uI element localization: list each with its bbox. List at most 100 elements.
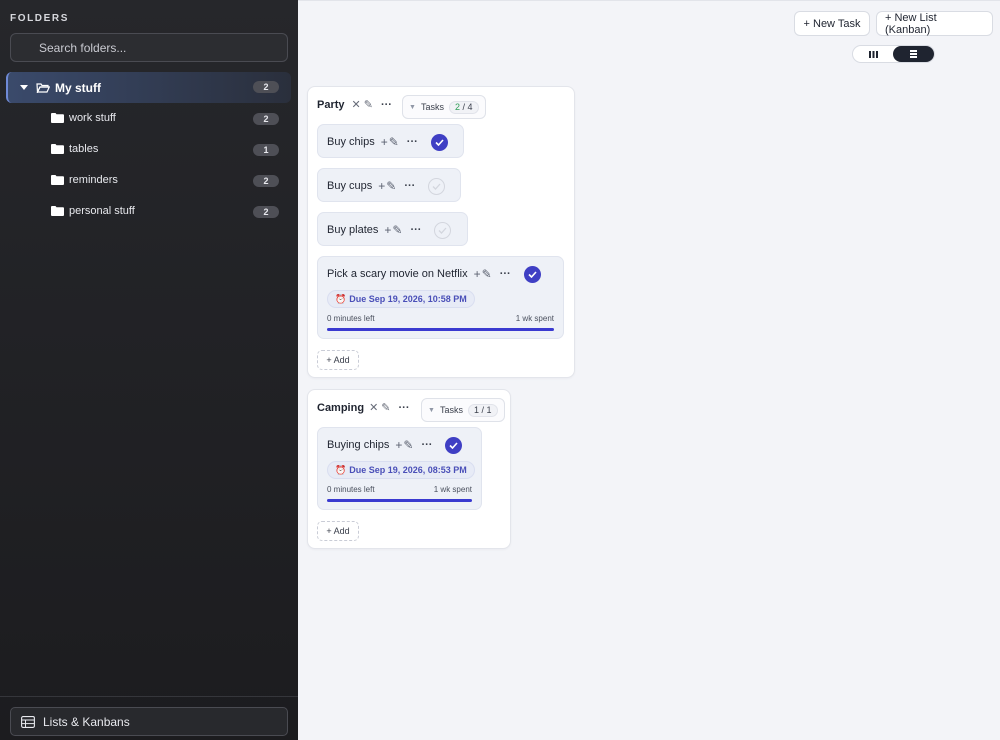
tasks-filter-pill[interactable]: ▼ Tasks 1 / 1 [421,398,505,422]
tasks-ratio-badge: 2 / 4 [448,100,479,114]
folder-item-personal-stuff[interactable]: personal stuff 2 [0,201,291,223]
progress-fill [327,499,472,502]
tasks-ratio-badge: 1 / 1 [467,403,498,417]
list-header: Party ✕ ✎ ··· [317,97,392,113]
list-view-button[interactable] [893,46,934,62]
task-title: Buy cups [327,180,373,192]
more-options-icon[interactable]: ··· [410,224,421,236]
task-row: Buy plates + ✎ ··· [327,221,452,239]
task-title: Buy chips [327,136,375,148]
folder-item-my-stuff[interactable]: My stuff 2 [6,72,291,103]
add-edit-icons[interactable]: + ✎ [378,178,396,194]
task-card[interactable]: Buying chips + ✎ ··· ⏰ Due Sep 19, 2026, … [317,427,482,510]
task-title: Pick a scary movie on Netflix [327,268,468,280]
time-spent-text: 1 wk spent [515,314,554,323]
tasks-label: Tasks [420,102,444,112]
folder-item-tables[interactable]: tables 1 [0,139,291,161]
new-task-button[interactable]: + New Task [794,11,870,36]
more-options-icon[interactable]: ··· [381,99,392,111]
tasks-done-count: 2 [454,101,460,112]
alarm-clock-icon: ⏰ [335,464,347,475]
more-options-icon[interactable]: ··· [399,402,410,414]
edit-icon[interactable]: ✎ [381,402,390,414]
folder-icon [51,144,64,154]
folder-item-reminders[interactable]: reminders 2 [0,170,291,192]
add-task-button[interactable]: + Add [317,521,359,541]
folder-count-badge: 2 [253,113,279,125]
close-icon[interactable]: ✕ [352,99,361,111]
task-card[interactable]: Buy cups + ✎ ··· [317,168,461,202]
check-empty-icon[interactable] [434,221,452,239]
folder-open-icon [36,83,50,93]
task-card[interactable]: Pick a scary movie on Netflix + ✎ ··· ⏰ D… [317,256,564,339]
lists-kanbans-label: Lists & Kanbans [43,714,130,729]
add-edit-icons[interactable]: + ✎ [381,134,399,150]
kanban-view-button[interactable] [853,46,894,62]
due-date-badge[interactable]: ⏰ Due Sep 19, 2026, 08:53 PM [327,461,475,479]
rows-icon [910,50,917,58]
folder-icon [51,206,64,216]
sidebar: FOLDERS My stuff 2 work stuff 2 tables 1… [0,0,298,740]
edit-icon[interactable]: ✎ [364,99,373,111]
caret-down-icon[interactable] [20,85,28,90]
columns-icon [869,50,878,58]
task-title: Buy plates [327,224,379,236]
add-task-button[interactable]: + Add [317,350,359,370]
add-edit-icons[interactable]: + ✎ [395,437,413,453]
folder-search-box[interactable] [10,33,288,62]
more-options-icon[interactable]: ··· [421,439,432,451]
list-header: Camping ✕ ✎ ··· [317,400,410,416]
check-done-icon[interactable] [523,265,541,283]
folder-icon [51,113,64,123]
collapse-triangle-icon: ▼ [409,103,416,111]
view-toggle [852,45,935,63]
sidebar-divider [0,696,298,697]
collapse-triangle-icon: ▼ [428,406,435,414]
check-empty-icon[interactable] [428,177,446,195]
folder-count-badge: 1 [253,144,279,156]
more-options-icon[interactable]: ··· [404,180,415,192]
close-icon[interactable]: ✕ [369,402,378,414]
folder-item-work-stuff[interactable]: work stuff 2 [0,108,291,130]
tasks-label: Tasks [439,405,463,415]
task-row: Buy cups + ✎ ··· [327,177,446,195]
folder-count-badge: 2 [253,175,279,187]
list-card-party: Party ✕ ✎ ··· ▼ Tasks 2 / 4 Buy chips + ✎… [307,86,575,378]
progress-fill [327,328,554,331]
check-done-icon[interactable] [445,436,463,454]
folders-title: FOLDERS [10,13,69,24]
time-left-text: 0 minutes left [327,314,375,323]
tasks-done-count: 1 [473,404,479,415]
due-date-badge[interactable]: ⏰ Due Sep 19, 2026, 10:58 PM [327,290,475,308]
due-date-text: Due Sep 19, 2026, 08:53 PM [349,465,467,475]
folder-label: tables [69,143,99,155]
table-list-icon [21,715,35,728]
tasks-total-count: 1 [486,404,492,415]
task-card[interactable]: Buy chips + ✎ ··· [317,124,464,158]
time-left-text: 0 minutes left [327,485,375,494]
main-area: + New Task + New List (Kanban) Party ✕ ✎… [298,0,1000,740]
list-title: Party [317,99,345,111]
alarm-clock-icon: ⏰ [335,293,347,304]
folder-search-input[interactable] [11,34,287,61]
task-row: Buy chips + ✎ ··· [327,133,448,151]
folder-label: work stuff [69,112,116,124]
due-date-text: Due Sep 19, 2026, 10:58 PM [349,294,467,304]
tasks-filter-pill[interactable]: ▼ Tasks 2 / 4 [402,95,486,119]
task-row: Buying chips + ✎ ··· [327,436,463,454]
add-edit-icons[interactable]: + ✎ [384,222,402,238]
progress-bar [327,328,554,331]
task-card[interactable]: Buy plates + ✎ ··· [317,212,468,246]
folder-icon [51,175,64,185]
check-done-icon[interactable] [430,133,448,151]
new-list-button[interactable]: + New List (Kanban) [876,11,993,36]
add-edit-icons[interactable]: + ✎ [474,266,492,282]
task-title: Buying chips [327,439,390,451]
more-options-icon[interactable]: ··· [407,136,418,148]
lists-kanbans-button[interactable]: Lists & Kanbans [10,707,288,736]
task-row: Pick a scary movie on Netflix + ✎ ··· [327,265,541,283]
more-options-icon[interactable]: ··· [500,268,511,280]
time-spent-text: 1 wk spent [433,485,472,494]
folder-label: My stuff [55,80,101,95]
progress-bar [327,499,472,502]
